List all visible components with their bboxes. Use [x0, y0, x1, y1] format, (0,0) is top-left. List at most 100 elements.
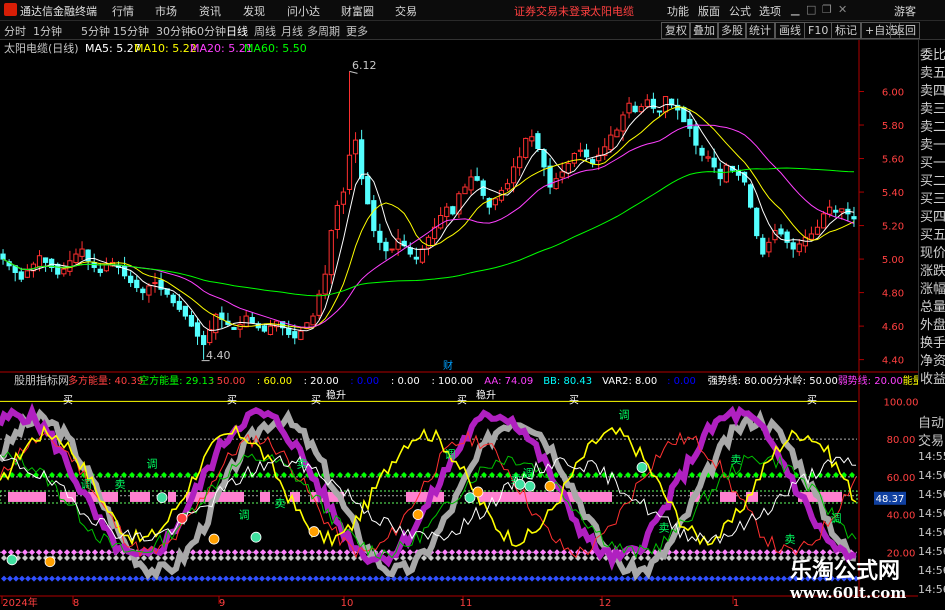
candle-body — [55, 263, 61, 275]
sidebar-item-ask4[interactable]: 卖四 — [920, 80, 945, 99]
sell-signal: 卖 — [731, 454, 742, 467]
indicator-tick-label: 40.00 — [887, 511, 916, 522]
band-segment — [130, 491, 150, 502]
candle-body — [200, 335, 207, 346]
band-segment — [8, 491, 46, 502]
candle-body — [261, 325, 268, 332]
sidebar-item-price[interactable]: 现价 — [920, 242, 945, 261]
band-segment — [720, 491, 736, 502]
candle-body — [778, 228, 784, 235]
sidebar-item-outer[interactable]: 外盘 — [920, 314, 945, 333]
sidebar-item-ask1[interactable]: 卖一 — [920, 134, 945, 153]
indicator-label: : 0.00 — [667, 376, 696, 387]
sell-signal: 卖 — [275, 497, 286, 510]
sidebar-item-change[interactable]: 涨跌 — [920, 260, 945, 279]
indicator-label: 多方能量: 40.39 — [68, 374, 143, 387]
high-label: 6.12 — [352, 59, 377, 72]
candle-body — [638, 106, 644, 113]
finance-marker[interactable]: 财 — [443, 359, 453, 372]
indicator-label: 空方能量: 29.13 — [139, 374, 214, 387]
candle-body — [194, 322, 201, 337]
signal-circle-icon — [544, 480, 556, 492]
candle-body — [292, 331, 298, 339]
candle-body — [510, 166, 517, 184]
candle-body — [371, 200, 377, 232]
price-tick-label: 5.80 — [882, 121, 904, 132]
chart-title: 太阳电缆(日线) — [4, 41, 79, 55]
price-tick-label: 6.00 — [882, 88, 904, 99]
sidebar-item-bid1[interactable]: 买一 — [920, 152, 945, 171]
sidebar-item-bid2[interactable]: 买二 — [920, 170, 945, 189]
ma60-label: MA60: 5.50 — [244, 42, 307, 55]
candle-body — [754, 207, 760, 237]
sidebar-item-ask2[interactable]: 卖二 — [920, 116, 945, 135]
price-tick-label: 5.40 — [882, 188, 904, 199]
candle-body — [748, 184, 754, 208]
candle-body — [128, 275, 134, 284]
candle-body — [820, 213, 827, 229]
candle-body — [328, 230, 334, 276]
tune-signal: 调 — [147, 457, 158, 470]
sidebar-item-volume[interactable]: 总量 — [920, 296, 945, 315]
auto-label[interactable]: 自动 — [918, 412, 944, 431]
stable-rise-signal: 稳升 — [326, 389, 346, 402]
candle-body — [517, 156, 523, 169]
candle-body — [24, 270, 30, 278]
sell-signal: 卖 — [115, 478, 126, 491]
candle-body — [620, 114, 626, 132]
tune-signal: 调 — [523, 467, 534, 480]
candle-body — [632, 105, 638, 113]
quote-sidebar: 委比 卖五 卖四 卖三 卖二 卖一 买一 买二 买三 买四 买五 现价 涨跌 涨… — [918, 40, 945, 387]
candle-body — [286, 327, 292, 335]
indicator-tick-label: 100.00 — [884, 397, 919, 408]
sidebar-item-earnings[interactable]: 收益 — [920, 368, 945, 387]
signal-circle-icon — [308, 526, 320, 537]
watermark-url: www.60lt.com — [790, 584, 907, 602]
candle-body — [553, 178, 559, 190]
sidebar-item-turnover[interactable]: 换手 — [920, 332, 945, 351]
sidebar-item-bid5[interactable]: 买五 — [920, 224, 945, 243]
candle-body — [766, 241, 772, 253]
candle-body — [79, 248, 85, 257]
candle-body — [419, 248, 426, 263]
candle-body — [535, 133, 541, 149]
candle-body — [134, 279, 140, 289]
candle-body — [377, 230, 383, 243]
sidebar-item-pct[interactable]: 涨幅 — [920, 278, 945, 297]
tune-signal: 调 — [81, 478, 92, 491]
indicator-tick-label: 80.00 — [887, 435, 916, 446]
candle-body — [687, 118, 693, 129]
kline-chart[interactable]: 4.40 4.60 4.80 5.00 5.20 5.40 5.60 5.80 6.00 100… — [0, 0, 918, 609]
candle-body — [352, 139, 359, 155]
candle-body — [334, 204, 340, 231]
sidebar-item-bid4[interactable]: 买四 — [920, 206, 945, 225]
trade-label[interactable]: 交易 — [918, 430, 944, 449]
ma5-label: MA5: 5.27 — [85, 42, 141, 55]
x-axis-label: 10 — [341, 598, 354, 609]
signal-circle-icon — [250, 531, 262, 543]
buy-signal: 买 — [63, 394, 73, 406]
candle-body — [504, 183, 511, 190]
sidebar-item-netasset[interactable]: 净资 — [920, 350, 945, 369]
x-axis-label: 1 — [733, 598, 739, 609]
candle-body — [0, 253, 6, 260]
candle-body — [36, 255, 43, 267]
sidebar-item-ask5[interactable]: 卖五 — [920, 62, 945, 81]
sidebar-item-ask3[interactable]: 卖三 — [920, 98, 945, 117]
candle-body — [267, 325, 274, 335]
indicator-label: : 100.00 — [432, 376, 474, 387]
sell-signal: 卖 — [659, 522, 670, 535]
sidebar-item-bid3[interactable]: 买三 — [920, 188, 945, 207]
candle-body — [61, 268, 67, 275]
candle-body — [42, 257, 49, 263]
price-tick-label: 5.20 — [882, 222, 904, 233]
candle-body — [833, 209, 839, 213]
band-segment — [260, 491, 270, 502]
tune-signal: 调 — [831, 512, 842, 525]
indicator-label: 分水岭: 50.00 — [773, 374, 838, 387]
candle-body — [359, 139, 365, 180]
sidebar-item-weibi[interactable]: 委比 — [920, 44, 945, 63]
indicator-label: : 0.00 — [391, 376, 420, 387]
low-label: 4.40 — [206, 349, 231, 362]
candle-body — [608, 134, 614, 151]
